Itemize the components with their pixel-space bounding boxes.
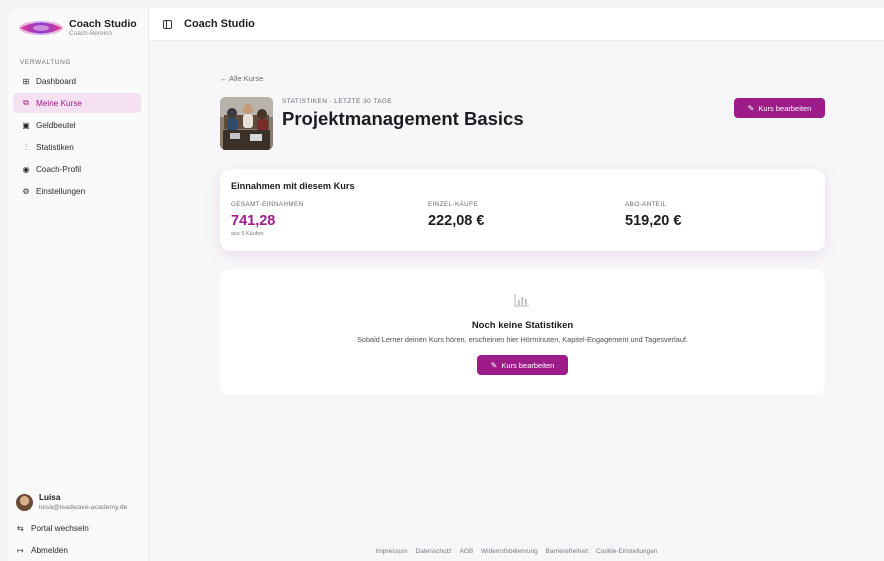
sidebar-item-coach-profil[interactable]: ◉ Coach-Profil [13,160,141,180]
sidebar-item-geldbeutel[interactable]: ▣ Geldbeutel [13,115,141,135]
bar-chart-icon [514,294,529,307]
footer-link-widerruf[interactable]: Widerrufsbelehrung [481,548,538,555]
stat-single: EINZEL-KÄUFE 222,08 € [428,201,484,229]
user-email: luisa@leadwave-academy.de [39,504,128,511]
sidebar-nav: ⊞ Dashboard ⧉ Meine Kurse ▣ Geldbeutel ⫶… [13,71,141,204]
logout-label: Abmelden [31,546,68,555]
edit-course-button-secondary[interactable]: ✎ Kurs bearbeiten [477,355,568,375]
sidebar-item-statistiken[interactable]: ⫶ Statistiken [13,138,141,158]
sidebar-item-label: Statistiken [36,143,74,153]
footer-link-barrierefreiheit[interactable]: Barrierefreiheit [546,548,589,555]
stat-total: GESAMT-EINNAHMEN 741,28 aus 5 Käufen [231,201,304,237]
brand-logo [19,21,63,35]
empty-state-heading: Noch keine Statistiken [471,320,574,331]
topbar-title: Coach Studio [184,18,255,30]
sidebar-item-meine-kurse[interactable]: ⧉ Meine Kurse [13,93,141,114]
back-to-courses-link[interactable]: ← Alle Kurse [220,74,263,83]
pencil-icon: ✎ [490,360,498,370]
revenue-card: Einnahmen mit diesem Kurs GESAMT-EINNAHM… [220,169,825,251]
user-profile[interactable]: Luisa luisa@leadwave-academy.de [16,493,127,512]
pencil-icon: ✎ [747,103,755,113]
topbar: Coach Studio [149,8,884,41]
brand[interactable]: Coach Studio Coach-Bereich [18,16,137,40]
stat-abo: ABO-ANTEIL 519,20 € [625,201,681,229]
sidebar-item-einstellungen[interactable]: ⚙ Einstellungen [13,182,141,202]
footer: Impressum Datenschutz AGB Widerrufsbeleh… [149,548,884,555]
gear-icon: ⚙ [22,187,30,197]
empty-state-card: Noch keine Statistiken Sobald Lerner dei… [220,269,825,395]
sidebar-item-label: Meine Kurse [36,98,82,108]
footer-link-cookies[interactable]: Cookie-Einstellungen [596,548,657,555]
grid-icon: ⊞ [22,76,30,86]
edit-course-label: Kurs bearbeiten [501,360,555,370]
page-title: Projektmanagement Basics [282,108,524,129]
swap-icon: ⇆ [17,524,24,533]
sidebar-item-label: Einstellungen [36,187,86,197]
stat-total-value: 741,28 [231,213,276,229]
wallet-icon: ▣ [22,120,30,130]
chart-icon: ⫶ [25,142,27,152]
course-cover-image [220,97,273,150]
stat-single-label: EINZEL-KÄUFE [428,201,478,208]
app-window: Coach Studio Coach-Bereich VERWALTUNG ⊞ … [8,8,884,561]
stat-total-label: GESAMT-EINNAHMEN [231,201,304,208]
user-name: Luisa [39,493,61,502]
stat-abo-label: ABO-ANTEIL [625,201,667,208]
sidebar-toggle-icon[interactable] [163,19,172,29]
edit-course-label: Kurs bearbeiten [758,103,812,113]
nav-section-label: VERWALTUNG [20,59,72,66]
sidebar-item-label: Geldbeutel [36,120,76,130]
sidebar-item-label: Dashboard [36,76,77,86]
footer-link-datenschutz[interactable]: Datenschutz [416,548,452,555]
sidebar-item-label: Coach-Profil [36,165,82,175]
brand-title: Coach Studio [69,18,137,30]
brand-subtitle: Coach-Bereich [69,30,112,37]
stat-abo-value: 519,20 € [625,213,682,229]
avatar [16,494,33,511]
switch-portal-label: Portal wechseln [31,524,89,533]
stat-total-note: aus 5 Käufen [231,231,264,237]
sidebar-item-dashboard[interactable]: ⊞ Dashboard [13,71,141,91]
book-icon: ⧉ [23,98,29,108]
stat-single-value: 222,08 € [428,213,485,229]
sidebar: Coach Studio Coach-Bereich VERWALTUNG ⊞ … [8,8,149,561]
main-content: Coach Studio ← Alle Kurse STATISTIKEN · … [149,8,884,561]
user-circle-icon: ◉ [22,165,30,175]
switch-portal-link[interactable]: ⇆ Portal wechseln [17,524,89,533]
footer-link-agb[interactable]: AGB [459,548,473,555]
footer-link-impressum[interactable]: Impressum [376,548,408,555]
edit-course-button[interactable]: ✎ Kurs bearbeiten [734,98,825,118]
empty-state-text: Sobald Lerner deinen Kurs hören, erschei… [357,335,688,344]
logout-link[interactable]: ↦ Abmelden [17,546,68,555]
revenue-heading: Einnahmen mit diesem Kurs [231,181,355,191]
course-eyebrow: STATISTIKEN · LETZTE 30 TAGE [282,98,393,105]
logout-icon: ↦ [17,546,24,555]
